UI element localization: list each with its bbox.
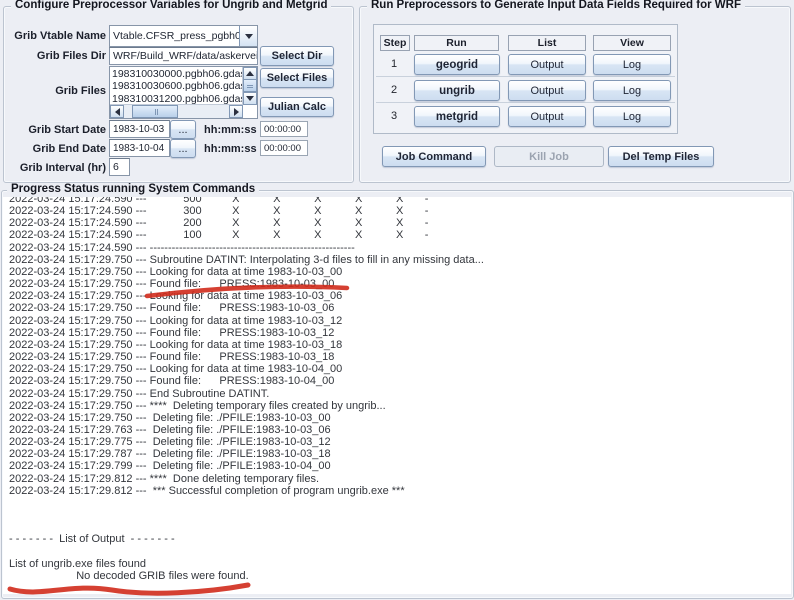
left-arrow-icon [115,108,120,116]
grib-start-date-field[interactable]: 1983-10-03 [109,120,170,138]
list-header: List [508,35,586,51]
run-panel: Run Preprocessors to Generate Input Data… [359,6,791,183]
step-number: 2 [380,84,408,96]
scroll-right-button[interactable] [229,105,243,118]
grib-vtable-combobox[interactable]: Vtable.CFSR_press_pgbh06 [109,25,258,47]
start-time-field[interactable]: 00:00:00 [260,121,308,137]
list-item[interactable]: 198310030600.pgbh06.gdas. [112,80,242,92]
end-hhmmss-label: hh:mm:ss [204,143,256,155]
right-arrow-icon [234,108,239,116]
combo-dropdown-button[interactable] [239,26,257,46]
run-geogrid-button[interactable]: geogrid [414,54,500,75]
kill-job-button[interactable]: Kill Job [494,146,604,167]
vertical-scrollbar[interactable] [242,67,257,105]
grib-end-date-label: Grib End Date [6,143,106,155]
ungrib-output-button[interactable]: Output [508,80,586,101]
step-number: 3 [380,110,408,122]
del-temp-files-button[interactable]: Del Temp Files [608,146,714,167]
thumb-grip-icon [155,109,156,115]
start-date-picker-button[interactable]: ... [170,120,196,139]
log-text: 2022-03-24 15:17:24.590 --- 500 X X X X … [9,197,791,582]
grib-files-dir-label: Grib Files Dir [6,50,106,62]
run-header: Run [414,35,499,51]
end-time-field[interactable]: 00:00:00 [260,140,308,156]
row-separator [376,102,675,103]
down-arrow-icon [246,96,254,101]
select-dir-button[interactable]: Select Dir [260,46,334,66]
metgrid-log-button[interactable]: Log [593,106,671,127]
list-item[interactable]: 198310031200.pgbh06.gdas. [112,93,242,104]
horizontal-scrollbar[interactable] [110,104,243,118]
scroll-down-button[interactable] [243,92,257,105]
step-header: Step [380,35,410,51]
run-panel-title: Run Preprocessors to Generate Input Data… [367,0,745,11]
grib-interval-label: Grib Interval (hr) [6,162,106,174]
up-arrow-icon [246,71,254,76]
grib-end-date-field[interactable]: 1983-10-04 [109,139,170,157]
vertical-scroll-thumb[interactable] [243,79,257,92]
grib-files-list[interactable]: 198310030000.pgbh06.gdas. 198310030600.p… [109,66,258,119]
step-number: 1 [380,58,408,70]
job-command-button[interactable]: Job Command [382,146,486,167]
grib-interval-field[interactable]: 6 [109,158,130,176]
configure-panel: Configure Preprocessor Variables for Ung… [3,6,354,183]
geogrid-log-button[interactable]: Log [593,54,671,75]
run-metgrid-button[interactable]: metgrid [414,106,500,127]
chevron-down-icon [245,34,253,39]
start-hhmmss-label: hh:mm:ss [204,124,256,136]
log-output-area[interactable]: 2022-03-24 15:17:24.590 --- 500 X X X X … [3,197,791,594]
list-item[interactable]: 198310030000.pgbh06.gdas. [112,68,242,80]
geogrid-output-button[interactable]: Output [508,54,586,75]
scroll-left-button[interactable] [110,105,124,118]
grib-start-date-label: Grib Start Date [6,124,106,136]
progress-panel-title: Progress Status running System Commands [7,183,259,195]
configure-panel-title: Configure Preprocessor Variables for Ung… [11,0,331,11]
julian-calc-button[interactable]: Julian Calc [260,97,334,117]
row-separator [376,76,675,77]
wrf-preprocessor-window: Configure Preprocessor Variables for Ung… [0,0,794,600]
thumb-grip-icon [247,85,253,86]
select-files-button[interactable]: Select Files [260,68,334,88]
grib-files-dir-field[interactable]: WRF/Build_WRF/data/askervein [109,47,258,65]
run-ungrib-button[interactable]: ungrib [414,80,500,101]
ungrib-log-button[interactable]: Log [593,80,671,101]
metgrid-output-button[interactable]: Output [508,106,586,127]
grib-vtable-value: Vtable.CFSR_press_pgbh06 [110,30,239,42]
grib-vtable-label: Grib Vtable Name [6,30,106,42]
horizontal-scroll-thumb[interactable] [132,105,178,118]
view-header: View [593,35,671,51]
grib-files-list-items: 198310030000.pgbh06.gdas. 198310030600.p… [112,68,242,104]
grib-files-label: Grib Files [6,85,106,97]
end-date-picker-button[interactable]: ... [170,139,196,158]
run-table: Step Run List View 1 geogrid Output Log … [373,24,678,134]
